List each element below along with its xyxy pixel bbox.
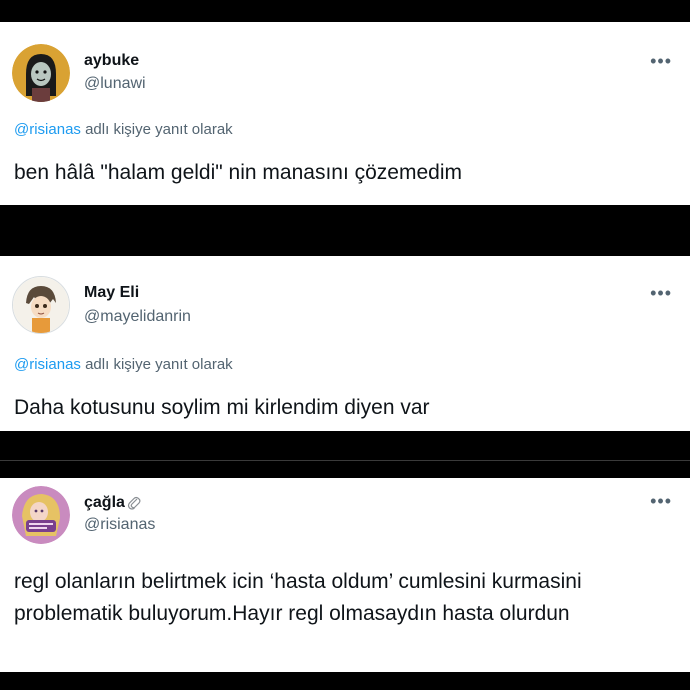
user-handle[interactable]: @lunawi bbox=[84, 75, 146, 93]
reply-context-label: adlı kişiye yanıt olarak bbox=[80, 121, 233, 138]
avatar[interactable] bbox=[12, 44, 70, 102]
separator bbox=[0, 460, 690, 461]
avatar[interactable] bbox=[12, 276, 70, 334]
user-handle[interactable]: @risianas bbox=[84, 516, 155, 534]
display-name[interactable]: aybuke bbox=[84, 52, 139, 70]
tweet-card[interactable]: May Eli @mayelidanrin ••• @risianas adlı… bbox=[0, 256, 690, 431]
display-name[interactable]: çağla bbox=[84, 494, 141, 512]
more-options-icon[interactable]: ••• bbox=[650, 492, 672, 510]
tweet-card[interactable]: çağla @risianas ••• regl olanların belir… bbox=[0, 478, 690, 672]
avatar[interactable] bbox=[12, 486, 70, 544]
pink-princess-avatar-icon bbox=[12, 486, 70, 544]
reply-context: @risianas adlı kişiye yanıt olarak bbox=[14, 356, 233, 373]
more-options-icon[interactable]: ••• bbox=[650, 52, 672, 70]
more-options-icon[interactable]: ••• bbox=[650, 284, 672, 302]
paperclip-icon bbox=[127, 496, 141, 510]
reply-context-label: adlı kişiye yanıt olarak bbox=[80, 356, 233, 373]
user-handle[interactable]: @mayelidanrin bbox=[84, 308, 191, 326]
display-name[interactable]: May Eli bbox=[84, 284, 139, 302]
tweet-text: Daha kotusunu soylim mi kirlendim diyen … bbox=[14, 396, 430, 419]
reply-mention-link[interactable]: @risianas bbox=[14, 356, 81, 373]
display-name-text: çağla bbox=[84, 494, 125, 511]
cartoon-girl-avatar-icon bbox=[12, 44, 70, 102]
reply-mention-link[interactable]: @risianas bbox=[14, 121, 81, 138]
tweet-card[interactable]: aybuke @lunawi ••• @risianas adlı kişiye… bbox=[0, 22, 690, 205]
reply-context: @risianas adlı kişiye yanıt olarak bbox=[14, 121, 233, 138]
anime-character-avatar-icon bbox=[13, 277, 69, 333]
tweet-text: regl olanların belirtmek icin ‘hasta old… bbox=[14, 570, 582, 625]
tweet-text: ben hâlâ "halam geldi" nin manasını çöze… bbox=[14, 161, 462, 184]
